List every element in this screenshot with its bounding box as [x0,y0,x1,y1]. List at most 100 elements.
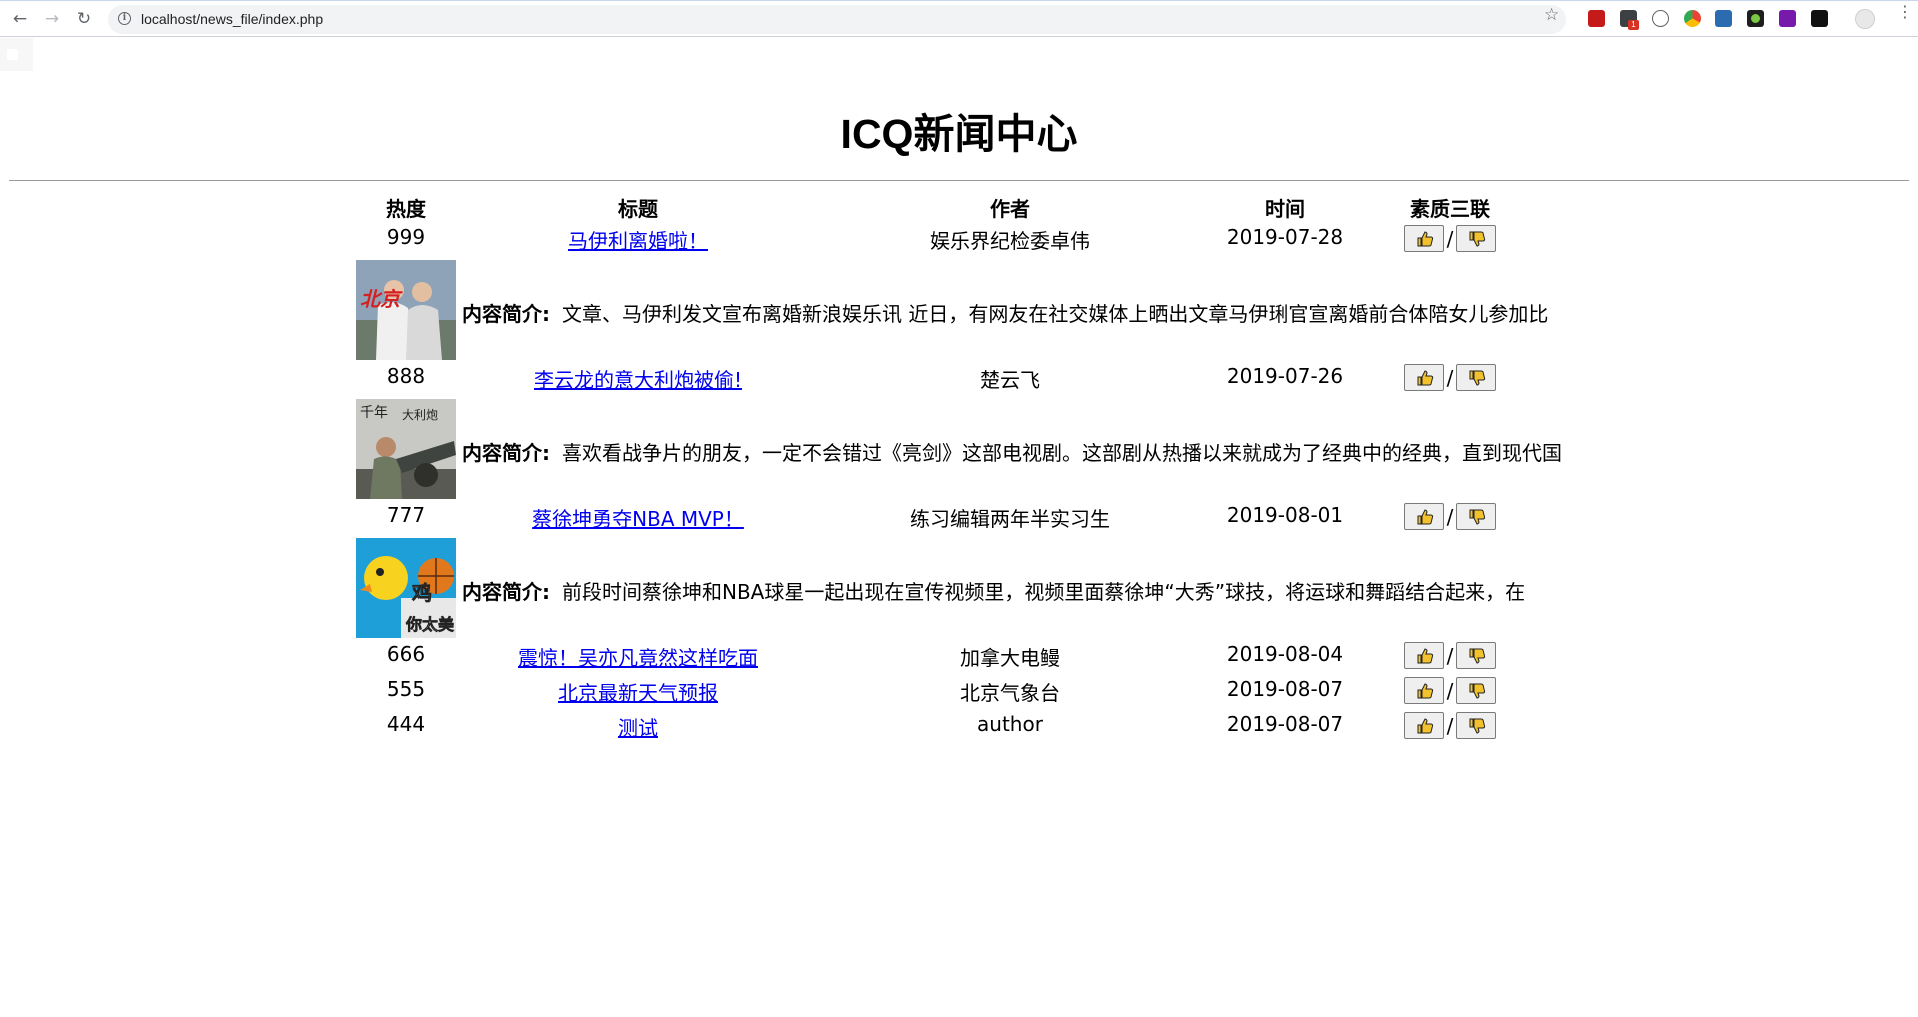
news-title-link[interactable]: 北京最新天气预报 [558,681,718,705]
hot-value: 777 [386,503,426,527]
extension-badge: 1 [1628,20,1639,30]
url-text: localhost/news_file/index.php [141,11,324,27]
vote-separator: / [1446,713,1454,738]
ublock-extension-icon[interactable] [1588,10,1605,27]
time-value: 2019-08-07 [1226,677,1344,701]
thumbs-up-icon [1417,509,1433,525]
header-hot: 热度 [386,197,426,221]
news-title-link[interactable]: 李云龙的意大利炮被偷! [534,368,742,392]
dislike-button[interactable] [1456,712,1497,739]
table-row: 444 测试 author 2019-08-07 / [356,712,1566,746]
thumbs-down-icon [1469,648,1486,664]
like-button[interactable] [1403,364,1444,391]
header-vote: 素质三联 [1410,197,1490,221]
page-corner-box [0,38,33,71]
time-value: 2019-08-07 [1226,712,1344,736]
news-thumbnail: 千年 大利炮 [356,399,456,499]
vote-separator: / [1446,504,1454,529]
news-title-link[interactable]: 马伊利离婚啦！ [568,229,708,253]
summary-text: 文章、马伊利发文宣布离婚新浪娱乐讯 近日，有网友在社交媒体上晒出文章马伊琍官宣离… [562,302,1549,326]
menu-icon[interactable]: ⋮ [1897,4,1913,20]
back-icon[interactable]: ← [9,8,31,30]
profile-avatar[interactable] [1855,9,1875,29]
table-row: 888 李云龙的意大利炮被偷! 楚云飞 2019-07-26 / [356,364,1566,398]
like-button[interactable] [1403,225,1444,252]
hot-value: 444 [386,712,426,736]
dislike-button[interactable] [1456,225,1497,252]
header-title: 标题 [618,197,658,221]
s-extension-icon[interactable] [1715,10,1732,27]
vpn-extension-icon[interactable] [1652,10,1669,27]
dislike-button[interactable] [1456,364,1497,391]
table-row: 999 马伊利离婚啦！ 娱乐界纪检委卓伟 2019-07-28 / [356,225,1566,259]
thumbs-down-icon [1469,509,1486,525]
thumbs-up-icon [1417,683,1433,699]
address-bar[interactable]: i localhost/news_file/index.php [108,5,1566,34]
time-value: 2019-08-01 [1226,503,1344,527]
summary-text: 前段时间蔡徐坤和NBA球星一起出现在宣传视频里，视频里面蔡徐坤“大秀”球技，将运… [562,580,1526,604]
table-row: 555 北京最新天气预报 北京气象台 2019-08-07 / [356,677,1566,711]
hot-value: 666 [386,642,426,666]
author-value: 楚云飞 [980,368,1040,392]
vote-separator: / [1446,678,1454,703]
thumbs-up-icon [1417,648,1433,664]
thumbs-down-icon [1469,231,1486,247]
vote-separator: / [1446,226,1454,251]
author-value: author [977,712,1043,736]
news-title-link[interactable]: 蔡徐坤勇夺NBA MVP！ [532,507,744,531]
summary-label: 内容简介: [462,302,550,326]
svg-text:鸡: 鸡 [411,581,432,605]
svg-text:大利炮: 大利炮 [402,408,438,422]
summary-row: 北京 内容简介: 文章、马伊利发文宣布离婚新浪娱乐讯 近日，有网友在社交媒体上晒… [356,260,1586,361]
title-divider [9,180,1909,181]
summary-row: 千年 大利炮 内容简介: 喜欢看战争片的朋友，一定不会错过《亮剑》这部电视剧。这… [356,399,1586,500]
reload-icon[interactable]: ↻ [73,8,95,30]
header-author: 作者 [990,197,1030,221]
thumbs-down-icon [1469,718,1486,734]
author-value: 练习编辑两年半实习生 [910,507,1110,531]
green-extension-icon[interactable] [1747,10,1764,27]
news-thumbnail: 鸡 你太美 [356,538,456,638]
thumbs-up-icon [1417,718,1433,734]
thumbs-down-icon [1469,683,1486,699]
news-thumbnail: 北京 [356,260,456,360]
news-title-link[interactable]: 测试 [618,716,658,740]
browser-toolbar: ← → ↻ i localhost/news_file/index.php ☆ … [0,0,1918,37]
header-time: 时间 [1265,197,1305,221]
info-icon[interactable]: i [118,12,131,25]
forward-icon[interactable]: → [41,8,63,30]
vote-separator: / [1446,365,1454,390]
dislike-button[interactable] [1456,677,1497,704]
table-row: 777 蔡徐坤勇夺NBA MVP！ 练习编辑两年半实习生 2019-08-01 … [356,503,1566,537]
time-value: 2019-07-26 [1226,364,1344,388]
hot-value: 555 [386,677,426,701]
dark-extension-icon[interactable] [1811,10,1828,27]
author-value: 加拿大电鳗 [960,646,1060,670]
author-value: 娱乐界纪检委卓伟 [930,229,1090,253]
thumbs-down-icon [1469,370,1486,386]
thumbs-up-icon [1417,231,1433,247]
table-row: 666 震惊！吴亦凡竟然这样吃面 加拿大电鳗 2019-08-04 / [356,642,1566,676]
like-button[interactable] [1403,503,1444,530]
time-value: 2019-07-28 [1226,225,1344,249]
bookmark-star-icon[interactable]: ☆ [1544,5,1559,25]
svg-text:千年: 千年 [360,405,388,421]
like-button[interactable] [1403,677,1444,704]
news-title-link[interactable]: 震惊！吴亦凡竟然这样吃面 [518,646,758,670]
vote-separator: / [1446,643,1454,668]
chrome-extension-icon[interactable] [1684,10,1701,27]
hot-value: 888 [386,364,426,388]
thumbs-up-icon [1417,370,1433,386]
time-value: 2019-08-04 [1226,642,1344,666]
dislike-button[interactable] [1456,642,1497,669]
summary-label: 内容简介: [462,441,550,465]
like-button[interactable] [1403,712,1444,739]
onenote-extension-icon[interactable] [1779,10,1796,27]
like-button[interactable] [1403,642,1444,669]
author-value: 北京气象台 [960,681,1060,705]
svg-text:北京: 北京 [360,287,403,311]
summary-text: 喜欢看战争片的朋友，一定不会错过《亮剑》这部电视剧。这部剧从热播以来就成为了经典… [562,441,1562,465]
summary-label: 内容简介: [462,580,550,604]
summary-row: 鸡 你太美 内容简介: 前段时间蔡徐坤和NBA球星一起出现在宣传视频里，视频里面… [356,538,1586,639]
dislike-button[interactable] [1456,503,1497,530]
